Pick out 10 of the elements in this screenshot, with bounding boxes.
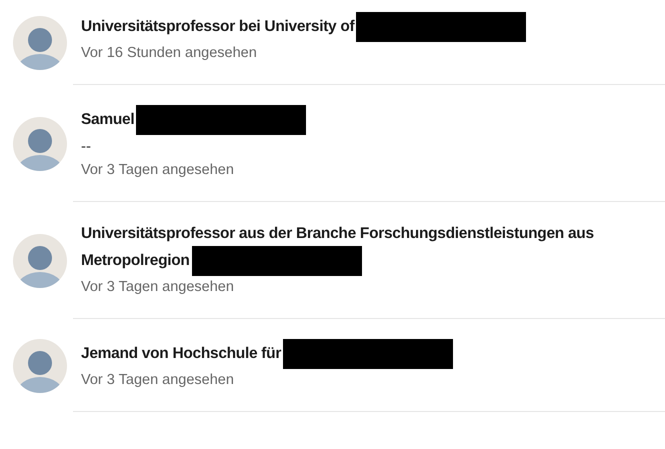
viewed-time: Vor 16 Stunden angesehen [81, 45, 257, 61]
viewer-title[interactable]: Samuel [81, 111, 134, 128]
viewer-title[interactable]: Universitätsprofessor aus der Branche Forschungsdienstleistungen aus [81, 225, 594, 242]
viewed-time: Vor 3 Tagen angesehen [81, 162, 234, 178]
viewer-title[interactable]: Jemand von Hochschule für [81, 345, 282, 362]
viewed-time: Vor 3 Tagen angesehen [81, 372, 234, 388]
viewer-title[interactable]: Universitätsprofessor bei University of [81, 18, 354, 36]
viewer-headline: -- [81, 138, 91, 155]
viewed-time: Vor 3 Tagen angesehen [81, 279, 234, 295]
viewer-title[interactable]: Metropolregion [81, 252, 190, 270]
